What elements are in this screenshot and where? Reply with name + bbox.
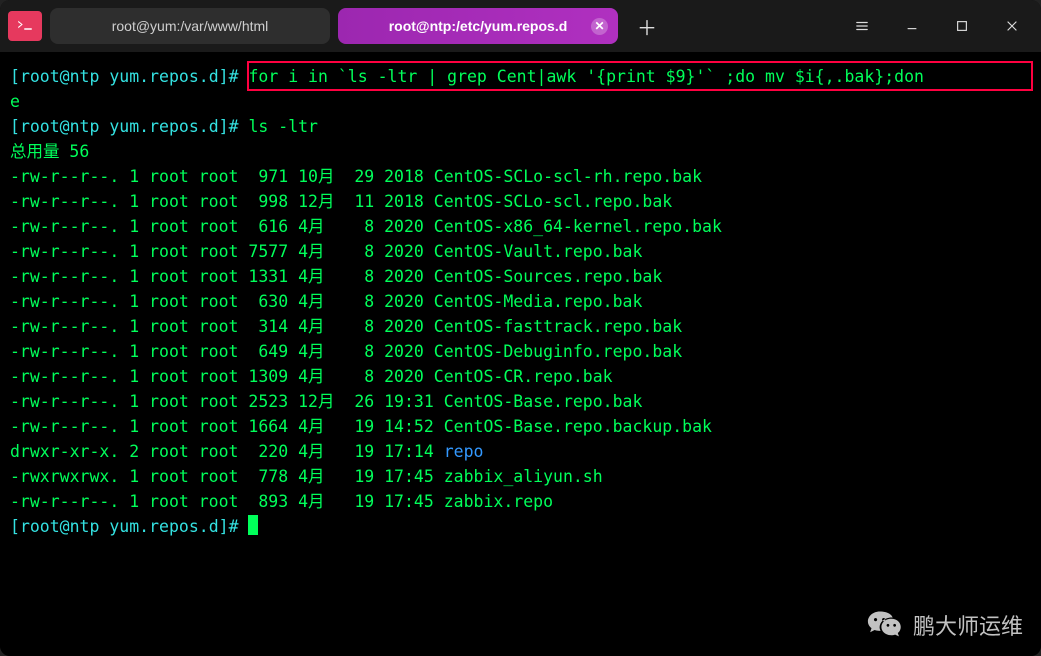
prompt-user-host: root@ntp	[20, 117, 99, 136]
terminal-glyph-icon	[16, 17, 34, 35]
file-name: CentOS-CR.repo.bak	[434, 367, 613, 386]
watermark-text: 鹏大师运维	[913, 609, 1023, 641]
file-name: CentOS-SCLo-scl-rh.repo.bak	[434, 167, 702, 186]
file-row: -rw-r--r--. 1 root root 630 4月 8 2020	[10, 292, 434, 311]
file-row: -rw-r--r--. 1 root root 649 4月 8 2020	[10, 342, 434, 361]
file-row: -rw-r--r--. 1 root root 893 4月 19 17:45	[10, 492, 444, 511]
file-row: -rw-r--r--. 1 root root 971 10月 29 2018	[10, 167, 434, 186]
prompt-bracket: [	[10, 67, 20, 86]
minimize-button[interactable]	[891, 10, 933, 42]
tab-inactive[interactable]: root@yum:/var/www/html	[50, 8, 330, 44]
prompt-bracket: [	[10, 117, 20, 136]
file-name: CentOS-Vault.repo.bak	[434, 242, 643, 261]
hamburger-icon	[855, 19, 869, 33]
menu-button[interactable]	[841, 10, 883, 42]
prompt-bracket: ]	[219, 117, 229, 136]
command-text: ls -ltr	[248, 117, 318, 136]
file-row: -rw-r--r--. 1 root root 1309 4月 8 2020	[10, 367, 434, 386]
file-row: -rw-r--r--. 1 root root 1331 4月 8 2020	[10, 267, 434, 286]
file-row: -rwxrwxrwx. 1 root root 778 4月 19 17:45	[10, 467, 444, 486]
maximize-icon	[955, 19, 969, 33]
prompt-cwd: yum.repos.d	[109, 67, 218, 86]
close-button[interactable]	[991, 10, 1033, 42]
file-row: -rw-r--r--. 1 root root 616 4月 8 2020	[10, 217, 434, 236]
ls-total: 总用量 56	[10, 142, 89, 161]
file-row: drwxr-xr-x. 2 root root 220 4月 19 17:14	[10, 442, 444, 461]
file-name: repo	[444, 442, 484, 461]
close-tab-icon[interactable]: ✕	[591, 18, 608, 35]
file-name: CentOS-Sources.repo.bak	[434, 267, 662, 286]
tab-active[interactable]: root@ntp:/etc/yum.repos.d ✕	[338, 8, 618, 44]
file-name: CentOS-Base.repo.backup.bak	[444, 417, 712, 436]
prompt-user-host: root@ntp	[20, 517, 99, 536]
file-name: CentOS-fasttrack.repo.bak	[434, 317, 682, 336]
prompt-hash: #	[229, 67, 239, 86]
file-name: CentOS-Media.repo.bak	[434, 292, 643, 311]
file-name: CentOS-Debuginfo.repo.bak	[434, 342, 682, 361]
watermark: 鹏大师运维	[867, 608, 1023, 642]
titlebar: root@yum:/var/www/html root@ntp:/etc/yum…	[0, 0, 1041, 52]
file-name: zabbix.repo	[444, 492, 553, 511]
new-tab-button[interactable]: ＋	[630, 9, 664, 43]
prompt-hash: #	[229, 117, 239, 136]
terminal-window: root@yum:/var/www/html root@ntp:/etc/yum…	[0, 0, 1041, 656]
terminal-body[interactable]: [root@ntp yum.repos.d]# for i in `ls -lt…	[0, 52, 1041, 656]
prompt-hash: #	[229, 517, 239, 536]
file-row: -rw-r--r--. 1 root root 1664 4月 19 14:52	[10, 417, 444, 436]
app-icon[interactable]	[8, 11, 42, 41]
prompt-bracket: [	[10, 517, 20, 536]
tab-label: root@ntp:/etc/yum.repos.d	[389, 18, 568, 34]
file-row: -rw-r--r--. 1 root root 7577 4月 8 2020	[10, 242, 434, 261]
cursor	[248, 515, 258, 535]
file-name: zabbix_aliyun.sh	[444, 467, 603, 486]
file-row: -rw-r--r--. 1 root root 2523 12月 26 19:3…	[10, 392, 444, 411]
command-wrap: e	[10, 92, 20, 111]
maximize-button[interactable]	[941, 10, 983, 42]
minimize-icon	[905, 19, 919, 33]
prompt-user-host: root@ntp	[20, 67, 99, 86]
prompt-bracket: ]	[219, 67, 229, 86]
prompt-bracket: ]	[219, 517, 229, 536]
file-row: -rw-r--r--. 1 root root 998 12月 11 2018	[10, 192, 434, 211]
prompt-cwd: yum.repos.d	[109, 517, 218, 536]
file-name: CentOS-Base.repo.bak	[444, 392, 643, 411]
prompt-cwd: yum.repos.d	[109, 117, 218, 136]
file-listing: -rw-r--r--. 1 root root 971 10月 29 2018 …	[10, 164, 1031, 514]
command-text: for i in `ls -ltr | grep Cent|awk '{prin…	[248, 67, 924, 86]
close-icon	[1005, 19, 1019, 33]
file-row: -rw-r--r--. 1 root root 314 4月 8 2020	[10, 317, 434, 336]
file-name: CentOS-SCLo-scl.repo.bak	[434, 192, 672, 211]
file-name: CentOS-x86_64-kernel.repo.bak	[434, 217, 722, 236]
tab-label: root@yum:/var/www/html	[112, 18, 269, 34]
wechat-icon	[867, 608, 903, 642]
